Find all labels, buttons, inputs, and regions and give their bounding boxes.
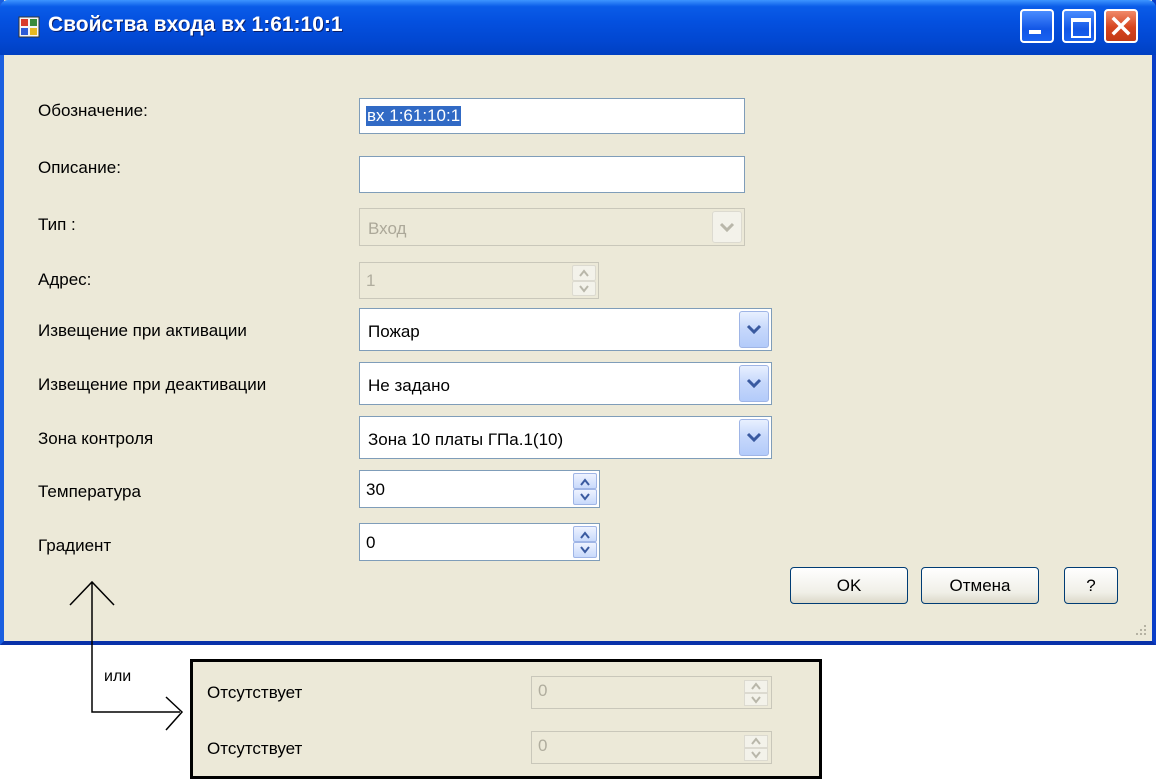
temperature-value: 30 (366, 480, 385, 499)
deactivation-alarm-select[interactable]: Не задано (359, 362, 772, 405)
chevron-up-icon (580, 478, 590, 486)
chevron-up-icon (580, 531, 590, 539)
close-icon (1111, 16, 1131, 36)
deactivation-alarm-value: Не задано (368, 376, 450, 395)
control-zone-label: Зона контроля (38, 429, 154, 448)
temperature-spin-buttons (573, 473, 597, 505)
type-dropdown-button[interactable] (712, 211, 742, 243)
control-zone-select[interactable]: Зона 10 платы ГПа.1(10) (359, 416, 772, 459)
activation-alarm-dropdown-button[interactable] (739, 311, 769, 348)
chevron-down-icon (580, 493, 590, 501)
description-field[interactable] (359, 156, 745, 193)
cancel-button[interactable]: Отмена (921, 567, 1039, 604)
spin-icon (744, 735, 768, 761)
help-button[interactable]: ? (1064, 567, 1118, 604)
designation-label: Обозначение: (38, 101, 148, 120)
alternate-stepper[interactable]: 0 (531, 731, 772, 764)
chevron-down-icon (746, 324, 762, 335)
alternate-row-label: Отсутствует (207, 739, 303, 758)
activation-alarm-select[interactable]: Пожар (359, 308, 772, 351)
minimize-icon (1029, 30, 1041, 34)
activation-alarm-label: Извещение при активации (38, 321, 247, 340)
designation-field[interactable]: вх 1:61:10:1 (359, 98, 745, 134)
temperature-down-button[interactable] (573, 489, 597, 505)
alternate-value: 0 (538, 681, 548, 700)
dialog-window: Свойства входа вх 1:61:10:1 Обозначение:… (0, 0, 1156, 645)
gradient-up-button[interactable] (573, 526, 597, 542)
chevron-down-icon (580, 546, 590, 554)
close-button[interactable] (1104, 9, 1138, 43)
alternate-row-label: Отсутствует (207, 683, 303, 702)
address-value: 1 (366, 271, 376, 290)
chevron-down-icon (746, 432, 762, 443)
control-zone-value: Зона 10 платы ГПа.1(10) (368, 430, 564, 449)
type-label: Тип : (38, 215, 76, 234)
maximize-button[interactable] (1062, 9, 1096, 43)
address-stepper[interactable]: 1 (359, 262, 599, 299)
chevron-down-icon (746, 378, 762, 389)
address-up-button[interactable] (572, 265, 596, 281)
title-bar[interactable]: Свойства входа вх 1:61:10:1 (0, 0, 1156, 55)
gradient-value: 0 (366, 533, 376, 552)
control-zone-dropdown-button[interactable] (739, 419, 769, 456)
resize-grip-icon[interactable] (1134, 623, 1148, 637)
or-annotation: или (104, 668, 132, 685)
alternate-stepper[interactable]: 0 (531, 676, 772, 709)
minimize-button[interactable] (1020, 9, 1054, 43)
alternate-value: 0 (538, 736, 548, 755)
deactivation-alarm-label: Извещение при деактивации (38, 375, 267, 394)
alternate-rows-panel: Отсутствует 0 Отсутствует 0 (190, 659, 822, 779)
temperature-label: Температура (38, 482, 141, 501)
type-select[interactable]: Вход (359, 208, 745, 246)
gradient-down-button[interactable] (573, 542, 597, 558)
spin-icon (744, 680, 768, 706)
description-label: Описание: (38, 158, 121, 177)
app-window-icon (18, 16, 40, 38)
chevron-up-icon (579, 269, 589, 277)
address-label: Адрес: (38, 270, 92, 289)
temperature-up-button[interactable] (573, 473, 597, 489)
temperature-stepper[interactable]: 30 (359, 470, 600, 508)
deactivation-alarm-dropdown-button[interactable] (739, 365, 769, 402)
gradient-label: Градиент (38, 536, 112, 555)
gradient-spin-buttons (573, 526, 597, 558)
maximize-icon (1071, 18, 1091, 38)
gradient-stepper[interactable]: 0 (359, 523, 600, 561)
chevron-down-icon (579, 284, 589, 293)
chevron-down-icon (719, 222, 735, 233)
address-spin-buttons (572, 265, 596, 296)
designation-value: вх 1:61:10:1 (366, 106, 462, 126)
annotation-arrow-icon (69, 580, 184, 731)
activation-alarm-value: Пожар (368, 322, 420, 341)
window-title: Свойства входа вх 1:61:10:1 (48, 13, 343, 36)
ok-button[interactable]: OK (790, 567, 908, 604)
type-value: Вход (368, 219, 407, 238)
address-down-button[interactable] (572, 280, 596, 296)
